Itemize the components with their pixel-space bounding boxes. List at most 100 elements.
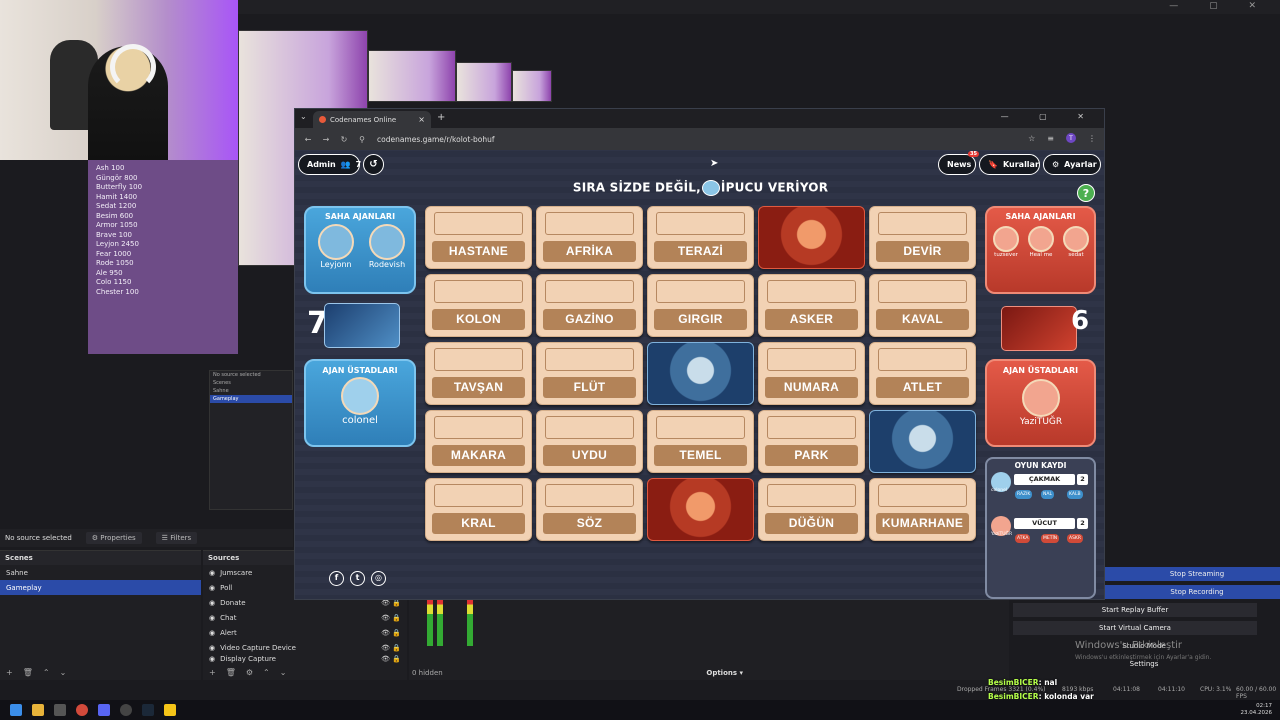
clue-giver: YaziTUĞR [991,532,1013,537]
word-card[interactable]: SÖZ [536,478,643,541]
word-card[interactable]: GAZİNO [536,274,643,337]
browser-window-controls[interactable]: — ▢ ✕ [1001,112,1098,121]
instagram-icon[interactable]: ◎ [371,571,386,586]
profile-avatar[interactable]: T [1066,133,1076,143]
menu-icon[interactable]: ⋮ [1088,134,1096,143]
word-card[interactable]: MAKARA [425,410,532,473]
word-card[interactable]: DEVİR [869,206,976,269]
word-card[interactable]: AFRİKA [536,206,643,269]
forward-icon[interactable]: → [321,135,331,144]
back-icon[interactable]: ← [303,135,313,144]
leaderboard-entry: Sedat 1200 [96,202,137,210]
notes-icon[interactable] [164,704,176,716]
word-card[interactable]: NUMARA [758,342,865,405]
word-card[interactable]: FLÜT [536,342,643,405]
settings-button[interactable]: ⚙ Ayarlar [1043,154,1101,175]
blue-operative[interactable]: Rodevish [362,224,412,269]
scene-item-selected[interactable]: Gameplay [0,580,201,595]
tab-list-icon[interactable]: ⌄ [300,112,307,121]
word-card[interactable]: DÜĞÜN [758,478,865,541]
source-item[interactable]: ◉ Alert 👁 🔒 [203,625,407,640]
word-card[interactable]: PARK [758,410,865,473]
red-operative[interactable]: tuzsever [989,226,1023,258]
word-card[interactable]: ASKER [758,274,865,337]
down-icon[interactable]: ⌄ [60,668,67,677]
game-log-title: OYUN KAYDI [1014,461,1067,470]
twitter-icon[interactable]: t [350,571,365,586]
visibility-lock-icon[interactable]: 👁 🔒 [381,655,401,663]
url-field[interactable]: codenames.game/r/kolot-bohuf [377,135,495,144]
browser-tab[interactable]: Codenames Online × [313,111,431,128]
source-item[interactable]: ◉ Display Capture 👁 🔒 [203,655,407,663]
file-explorer-icon[interactable] [32,704,44,716]
word-card[interactable]: HASTANE [425,206,532,269]
properties-button[interactable]: ⚙ Properties [85,532,142,544]
news-button[interactable]: News 35 [938,151,979,175]
visibility-lock-icon[interactable]: 👁 🔒 [381,644,401,652]
word-card[interactable]: KRAL [425,478,532,541]
preview-echo [368,50,456,102]
source-type-icon: ◉ [209,643,216,652]
word-card[interactable]: TEMEL [647,410,754,473]
up-icon[interactable]: ⌃ [43,668,50,677]
admin-button[interactable]: Admin 👥 7 [298,154,361,175]
mixer-options-button[interactable]: Options ▾ [706,669,743,677]
help-icon[interactable]: ? [1077,184,1095,202]
rules-button[interactable]: 🔖 Kurallar [979,154,1040,175]
trash-icon[interactable]: 🗑 [23,668,33,677]
red-spymaster[interactable]: YaziTUĞR [1011,379,1071,427]
gear-icon[interactable]: ⚙ [246,668,253,677]
word-card[interactable]: KAVAL [869,274,976,337]
add-icon[interactable]: + [209,668,216,677]
facebook-icon[interactable]: f [329,571,344,586]
stop-streaming-button[interactable]: Stop Streaming [1105,567,1280,581]
stop-recording-button[interactable]: Stop Recording [1105,585,1280,599]
scene-item[interactable]: Sahne [0,565,201,580]
add-icon[interactable]: + [6,668,13,677]
chrome-icon[interactable] [76,704,88,716]
replay-buffer-button[interactable]: Start Replay Buffer [1013,603,1257,617]
word-card[interactable]: GIRGIR [647,274,754,337]
reset-icon[interactable]: ↺ [363,154,384,175]
virtual-camera-button[interactable]: Start Virtual Camera [1013,621,1257,635]
red-operative[interactable]: sedat [1059,226,1093,258]
blue-operative[interactable]: Leyjonn [312,224,360,269]
word-card[interactable]: KUMARHANE [869,478,976,541]
visibility-lock-icon[interactable]: 👁 🔒 [381,614,401,622]
media-icon[interactable]: ≡ [1047,134,1054,143]
card-word: TERAZİ [654,241,747,262]
red-agent-card[interactable] [647,478,754,541]
site-info-icon[interactable]: ⚲ [357,135,367,144]
word-card[interactable]: ATLET [869,342,976,405]
windows-start-icon[interactable] [10,704,22,716]
blue-spymaster[interactable]: colonel [332,377,388,426]
source-item[interactable]: ◉ Video Capture Device 👁 🔒 [203,640,407,655]
word-card[interactable]: TAVŞAN [425,342,532,405]
close-icon[interactable]: × [418,115,425,124]
word-card[interactable]: UYDU [536,410,643,473]
red-operatives-panel: SAHA AJANLARI tuzsever Heal me sedat [985,206,1096,294]
up-icon[interactable]: ⌃ [263,668,270,677]
obs-icon[interactable] [120,704,132,716]
app-icon[interactable] [54,704,66,716]
red-operative[interactable]: Heal me [1024,226,1058,258]
blue-agent-card[interactable] [647,342,754,405]
word-card[interactable]: TERAZİ [647,206,754,269]
down-icon[interactable]: ⌄ [280,668,287,677]
window-controls[interactable]: — ▢ ✕ [1169,1,1270,11]
bookmark-star-icon[interactable]: ☆ [1028,134,1035,143]
source-item[interactable]: ◉ Chat 👁 🔒 [203,610,407,625]
visibility-lock-icon[interactable]: 👁 🔒 [381,629,401,637]
blue-agent-card[interactable] [869,410,976,473]
trash-icon[interactable]: 🗑 [226,668,236,677]
leaderboard-entry: Butterfly 100 [96,183,143,191]
source-type-icon: ◉ [209,655,216,663]
filters-button[interactable]: ☰ Filters [155,532,198,544]
reload-icon[interactable]: ↻ [339,135,349,144]
steam-icon[interactable] [142,704,154,716]
new-tab-icon[interactable]: + [437,112,445,123]
red-agent-card[interactable] [758,206,865,269]
leaderboard-entry: Ash 100 [96,164,125,172]
word-card[interactable]: KOLON [425,274,532,337]
discord-icon[interactable] [98,704,110,716]
